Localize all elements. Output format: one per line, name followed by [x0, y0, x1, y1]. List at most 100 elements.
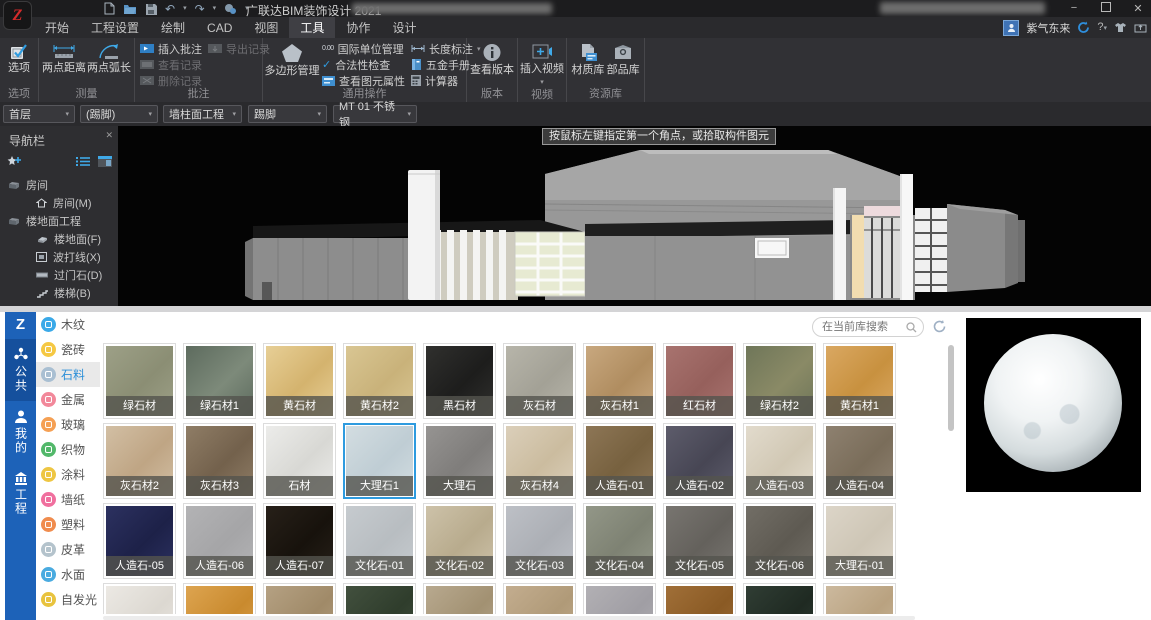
library-section-public[interactable]: 公共	[5, 339, 36, 401]
maximize-button[interactable]	[1099, 2, 1113, 15]
material-大理石[interactable]: 大理石	[423, 423, 496, 499]
material-黄石材1[interactable]: 黄石材1	[823, 343, 896, 419]
category-木纹[interactable]: 木纹	[36, 312, 100, 337]
material-人造石-03[interactable]: 人造石-03	[743, 423, 816, 499]
nav-item-stairs[interactable]: 楼梯(B)	[0, 284, 118, 302]
material-preview[interactable]	[966, 318, 1141, 492]
category-墙纸[interactable]: 墙纸	[36, 487, 100, 512]
material-灰石材[interactable]: 灰石材	[503, 343, 576, 419]
collaborate-icon[interactable]	[224, 3, 237, 15]
category-涂料[interactable]: 涂料	[36, 462, 100, 487]
sync-icon[interactable]	[1077, 21, 1090, 34]
undo-caret-icon[interactable]: ▾	[183, 2, 187, 15]
material-人造石-01[interactable]: 人造石-01	[583, 423, 656, 499]
material-绿石材[interactable]: 绿石材	[103, 343, 176, 419]
list-view-icon[interactable]	[76, 156, 90, 167]
nav-item-floor[interactable]: 楼地面(F)	[0, 230, 118, 248]
material-library-button[interactable]: 材质库	[571, 41, 604, 76]
floor-select[interactable]: 首层▾	[3, 105, 75, 123]
material-大理石1[interactable]: 大理石1	[343, 423, 416, 499]
material-unlabeled[interactable]	[823, 583, 896, 614]
horizontal-scrollbar[interactable]	[103, 616, 915, 620]
work-category-select[interactable]: 墙柱面工程▾	[163, 105, 242, 123]
nav-panel-close-icon[interactable]: ✕	[105, 130, 113, 141]
publish-icon[interactable]	[1134, 22, 1147, 33]
material-文化石-02[interactable]: 文化石-02	[423, 503, 496, 579]
material-灰石材1[interactable]: 灰石材1	[583, 343, 656, 419]
material-黄石材[interactable]: 黄石材	[263, 343, 336, 419]
category-玻璃[interactable]: 玻璃	[36, 412, 100, 437]
nav-item-partial[interactable]	[0, 302, 118, 306]
library-section-project[interactable]: 工程	[5, 463, 36, 524]
menu-tab-工具[interactable]: 工具	[289, 17, 335, 38]
material-人造石-02[interactable]: 人造石-02	[663, 423, 736, 499]
search-input[interactable]	[820, 320, 902, 334]
redo-caret-icon[interactable]: ▾	[213, 2, 217, 15]
material-unlabeled[interactable]	[423, 583, 496, 614]
category-自发光[interactable]: 自发光	[36, 587, 100, 612]
menu-tab-设计[interactable]: 设计	[381, 17, 427, 38]
subtype-select[interactable]: (踢脚)▾	[80, 105, 158, 123]
minimize-button[interactable]: −	[1067, 2, 1081, 14]
material-灰石材2[interactable]: 灰石材2	[103, 423, 176, 499]
material-unlabeled[interactable]	[503, 583, 576, 614]
category-水面[interactable]: 水面	[36, 562, 100, 587]
user-avatar[interactable]	[1003, 20, 1019, 36]
menu-tab-工程设置[interactable]: 工程设置	[80, 17, 150, 38]
panel-view-icon[interactable]	[98, 156, 112, 167]
vertical-scrollbar[interactable]	[948, 345, 954, 431]
search-box[interactable]	[812, 317, 924, 337]
category-金属[interactable]: 金属	[36, 387, 100, 412]
material-unlabeled[interactable]	[663, 583, 736, 614]
material-红石材[interactable]: 红石材	[663, 343, 736, 419]
nav-item-threshold-stone[interactable]: 过门石(D)	[0, 266, 118, 284]
category-织物[interactable]: 织物	[36, 437, 100, 462]
view-version-button[interactable]: 查看版本	[470, 41, 514, 76]
material-文化石-05[interactable]: 文化石-05	[663, 503, 736, 579]
material-绿石材2[interactable]: 绿石材2	[743, 343, 816, 419]
element-type-select[interactable]: 踢脚▾	[248, 105, 327, 123]
close-button[interactable]: ✕	[1131, 2, 1145, 15]
undo-icon[interactable]: ↶	[165, 3, 175, 15]
material-unlabeled[interactable]	[583, 583, 656, 614]
material-石材[interactable]: 石材	[263, 423, 336, 499]
material-人造石-05[interactable]: 人造石-05	[103, 503, 176, 579]
two-point-distance-button[interactable]: 两点距离	[42, 41, 86, 74]
help-button[interactable]: ?▾	[1097, 21, 1107, 35]
material-大理石-01[interactable]: 大理石-01	[823, 503, 896, 579]
export-records-button[interactable]: 导出记录	[208, 41, 270, 56]
menu-tab-绘制[interactable]: 绘制	[150, 17, 196, 38]
material-文化石-06[interactable]: 文化石-06	[743, 503, 816, 579]
nav-item-room[interactable]: 房间(M)	[0, 194, 118, 212]
view-records-button[interactable]: 查看记录	[140, 57, 202, 72]
material-文化石-01[interactable]: 文化石-01	[343, 503, 416, 579]
menu-tab-开始[interactable]: 开始	[34, 17, 80, 38]
new-file-icon[interactable]	[104, 2, 115, 15]
international-unit-button[interactable]: 0.00 国际单位管理	[322, 41, 405, 56]
two-point-arc-length-button[interactable]: 两点弧长	[87, 41, 131, 74]
material-黑石材[interactable]: 黑石材	[423, 343, 496, 419]
material-人造石-06[interactable]: 人造石-06	[183, 503, 256, 579]
category-瓷砖[interactable]: 瓷砖	[36, 337, 100, 362]
menu-tab-CAD[interactable]: CAD	[196, 17, 243, 38]
material-type-select[interactable]: MT 01 不锈钢▾	[333, 105, 417, 123]
redo-icon[interactable]: ↷	[195, 3, 205, 15]
nav-item-border-line[interactable]: 波打线(X)	[0, 248, 118, 266]
material-unlabeled[interactable]	[743, 583, 816, 614]
delete-records-button[interactable]: 删除记录	[140, 73, 202, 88]
options-button[interactable]: 选项	[8, 41, 30, 74]
polygon-manage-button[interactable]: 多边形管理	[265, 41, 319, 77]
material-灰石材3[interactable]: 灰石材3	[183, 423, 256, 499]
nav-group-floor-works[interactable]: 楼地面工程	[0, 212, 118, 230]
material-人造石-07[interactable]: 人造石-07	[263, 503, 336, 579]
material-unlabeled[interactable]	[183, 583, 256, 614]
nav-group-room[interactable]: 房间	[0, 176, 118, 194]
theme-icon[interactable]	[1114, 22, 1127, 33]
new-view-icon[interactable]	[6, 154, 22, 168]
insert-annotation-button[interactable]: 插入批注	[140, 41, 202, 56]
insert-video-button[interactable]: 插入视频 ▾	[520, 41, 564, 89]
app-logo[interactable]: Z	[3, 1, 32, 30]
material-unlabeled[interactable]	[263, 583, 336, 614]
menu-tab-视图[interactable]: 视图	[243, 17, 289, 38]
material-人造石-04[interactable]: 人造石-04	[823, 423, 896, 499]
